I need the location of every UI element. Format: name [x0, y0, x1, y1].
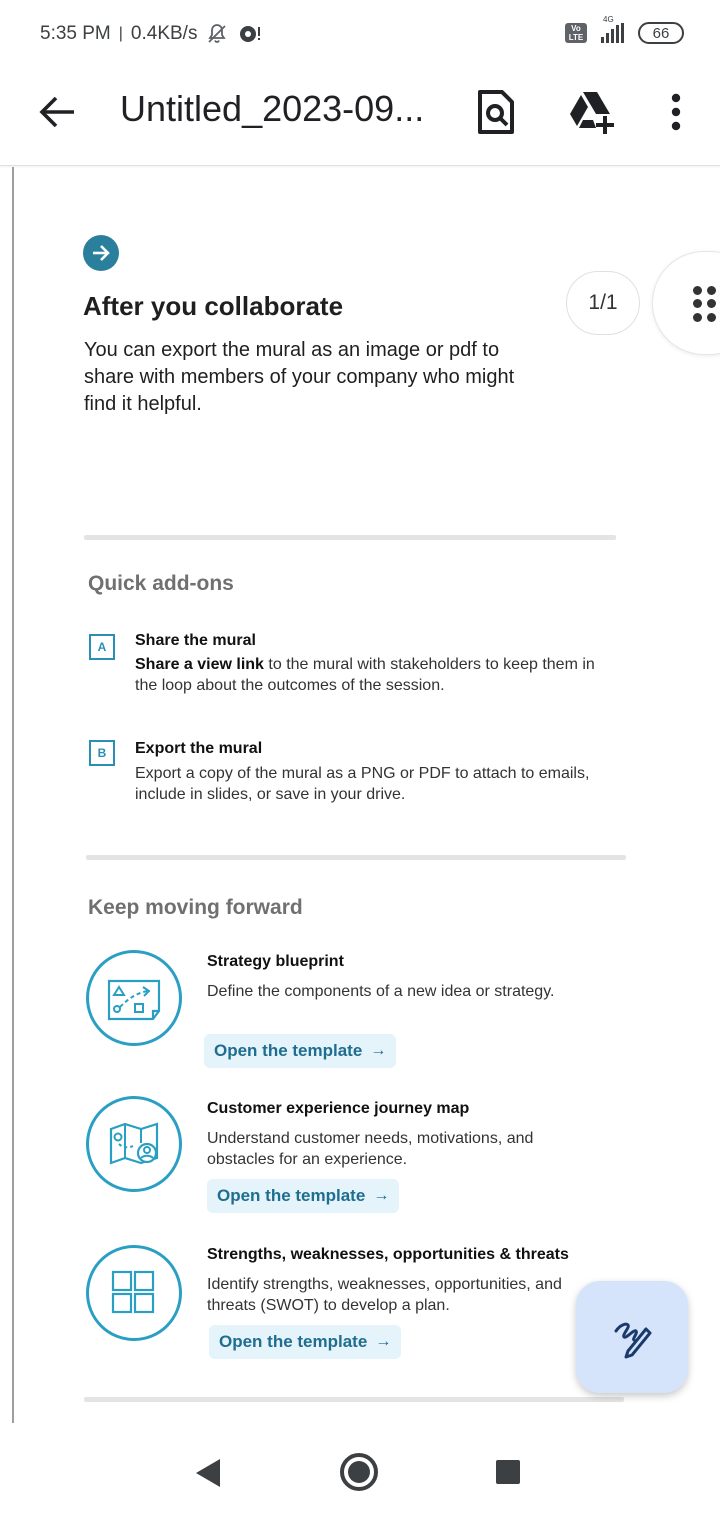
- back-button[interactable]: [36, 90, 80, 134]
- status-time: 5:35 PM: [40, 23, 111, 44]
- addon-description: Export a copy of the mural as a PNG or P…: [135, 765, 590, 803]
- open-template-button[interactable]: Open the template →: [207, 1179, 400, 1213]
- divider: [84, 1397, 624, 1402]
- open-template-label: Open the template: [214, 1041, 363, 1060]
- find-in-page-icon: [478, 90, 514, 134]
- addon-badge-a: A: [89, 634, 115, 660]
- open-template-label: Open the template: [219, 1332, 368, 1351]
- template-title: Strengths, weaknesses, opportunities & t…: [207, 1246, 569, 1263]
- arrow-right-icon: →: [375, 1333, 392, 1350]
- mural-viewer[interactable]: After you collaborate You can export the…: [0, 167, 720, 1423]
- edit-button[interactable]: [576, 1281, 688, 1393]
- document-title: Untitled_2023-09...: [120, 88, 425, 129]
- notifications-off-icon: [208, 24, 227, 43]
- find-in-page-button[interactable]: [474, 88, 518, 136]
- section-heading: After you collaborate: [83, 291, 344, 321]
- add-to-drive-icon: [570, 92, 614, 134]
- add-to-drive-button[interactable]: [568, 88, 614, 136]
- addon-title: Export the mural: [135, 740, 263, 757]
- arrow-right-icon: [93, 245, 110, 261]
- arrow-right-icon: →: [373, 1187, 390, 1204]
- battery-icon: 66: [638, 22, 684, 44]
- apps-menu-button[interactable]: [652, 251, 720, 355]
- network-type-label: 4G: [603, 15, 614, 24]
- system-navigation-bar: [0, 1423, 720, 1520]
- signal-icon: 4G: [601, 15, 624, 43]
- status-left: 5:35 PM | 0.4KB/s: [40, 22, 263, 46]
- quick-addons-title: Quick add-ons: [88, 572, 234, 595]
- page-indicator[interactable]: 1/1: [566, 271, 640, 335]
- page-left-edge: [12, 167, 14, 1423]
- addon-title: Share the mural: [135, 632, 256, 649]
- template-description: Understand customer needs, motivations, …: [207, 1130, 534, 1168]
- strategy-blueprint-icon: [86, 950, 182, 1046]
- template-description: Identify strengths, weaknesses, opportun…: [207, 1276, 562, 1314]
- app-bar: Untitled_2023-09...: [0, 68, 720, 166]
- more-options-button[interactable]: [654, 88, 698, 136]
- status-bar: 5:35 PM | 0.4KB/s Vo LTE 4G 66: [0, 0, 720, 68]
- drag-dots-icon: [693, 286, 717, 322]
- sync-status-icon: [240, 26, 261, 42]
- divider: [86, 855, 626, 860]
- open-template-button[interactable]: Open the template →: [204, 1034, 397, 1068]
- template-description: Define the components of a new idea or s…: [207, 983, 555, 1000]
- swot-grid-icon: [86, 1245, 182, 1341]
- template-title: Customer experience journey map: [207, 1100, 470, 1117]
- open-template-button[interactable]: Open the template →: [209, 1325, 402, 1359]
- battery-level: 66: [652, 24, 670, 42]
- arrow-right-circle-icon: [83, 235, 119, 271]
- share-view-link[interactable]: Share a view link: [135, 656, 264, 673]
- keep-moving-title: Keep moving forward: [88, 896, 303, 919]
- addon-description: Share a view link to the mural with stak…: [135, 654, 605, 696]
- addon-badge-b: B: [89, 740, 115, 766]
- nav-home-icon[interactable]: [340, 1453, 378, 1491]
- template-title: Strategy blueprint: [207, 953, 344, 970]
- nav-back-icon[interactable]: [196, 1459, 222, 1487]
- volte-badge: Vo LTE: [565, 23, 587, 43]
- journey-map-icon: [86, 1096, 182, 1192]
- status-net-speed: 0.4KB/s: [130, 23, 198, 44]
- status-separator: |: [118, 25, 123, 42]
- section-lead-text: You can export the mural as an image or …: [84, 339, 515, 415]
- nav-recents-icon[interactable]: [496, 1460, 520, 1484]
- divider: [84, 535, 616, 540]
- more-vert-icon: [671, 93, 681, 131]
- open-template-label: Open the template: [217, 1186, 366, 1205]
- arrow-right-icon: →: [370, 1042, 387, 1059]
- draw-pen-icon: [614, 1322, 652, 1359]
- status-right: Vo LTE 4G 66: [565, 15, 684, 44]
- back-arrow-icon: [39, 96, 74, 128]
